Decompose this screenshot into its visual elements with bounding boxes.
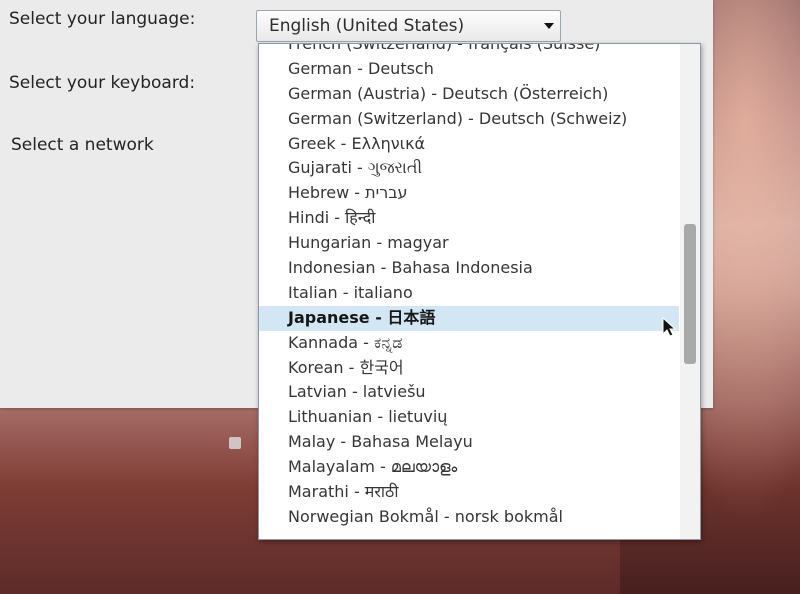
language-label: Select your language: — [9, 9, 196, 29]
list-item[interactable]: German - Deutsch — [259, 57, 679, 82]
list-item[interactable]: Lithuanian - lietuvių — [259, 405, 679, 430]
list-item[interactable]: Marathi - मराठी — [259, 480, 679, 505]
list-item[interactable]: Gujarati - ગુજરાતી — [259, 156, 679, 181]
list-item[interactable]: Malay - Bahasa Melayu — [259, 430, 679, 455]
list-item[interactable]: Indonesian - Bahasa Indonesia — [259, 256, 679, 281]
list-item[interactable]: Latvian - latviešu — [259, 380, 679, 405]
list-item[interactable]: Hebrew - עברית — [259, 181, 679, 206]
list-item[interactable]: German (Austria) - Deutsch (Österreich) — [259, 82, 679, 107]
list-item[interactable]: Italian - italiano — [259, 281, 679, 306]
list-item[interactable]: German (Switzerland) - Deutsch (Schweiz) — [259, 107, 679, 132]
language-select[interactable]: English (United States) — [256, 10, 561, 42]
checkbox[interactable] — [229, 437, 241, 449]
list-item[interactable]: Malayalam - മലയാളം — [259, 455, 679, 480]
list-item[interactable]: Kannada - ಕನ್ನಡ — [259, 331, 679, 356]
list-item[interactable]: Norwegian Bokmål - norsk bokmål — [259, 505, 679, 530]
language-options: French (Switzerland) - français (Suisse)… — [259, 44, 679, 530]
language-select-value: English (United States) — [269, 16, 465, 36]
list-item[interactable]: Hungarian - magyar — [259, 231, 679, 256]
list-item[interactable]: Greek - Ελληνικά — [259, 132, 679, 157]
list-item[interactable]: Korean - 한국어 — [259, 356, 679, 381]
chevron-down-icon — [544, 23, 554, 29]
network-label: Select a network — [11, 135, 154, 155]
list-item[interactable]: Hindi - हिन्दी — [259, 206, 679, 231]
language-dropdown-list[interactable]: French (Switzerland) - français (Suisse)… — [258, 43, 701, 540]
scrollbar[interactable] — [680, 44, 700, 539]
keyboard-label: Select your keyboard: — [9, 73, 196, 93]
list-item-selected[interactable]: Japanese - 日本語 — [259, 305, 679, 331]
list-item[interactable]: French (Switzerland) - français (Suisse) — [259, 44, 679, 57]
mouse-pointer-icon — [662, 317, 676, 337]
scrollbar-thumb[interactable] — [684, 224, 696, 364]
